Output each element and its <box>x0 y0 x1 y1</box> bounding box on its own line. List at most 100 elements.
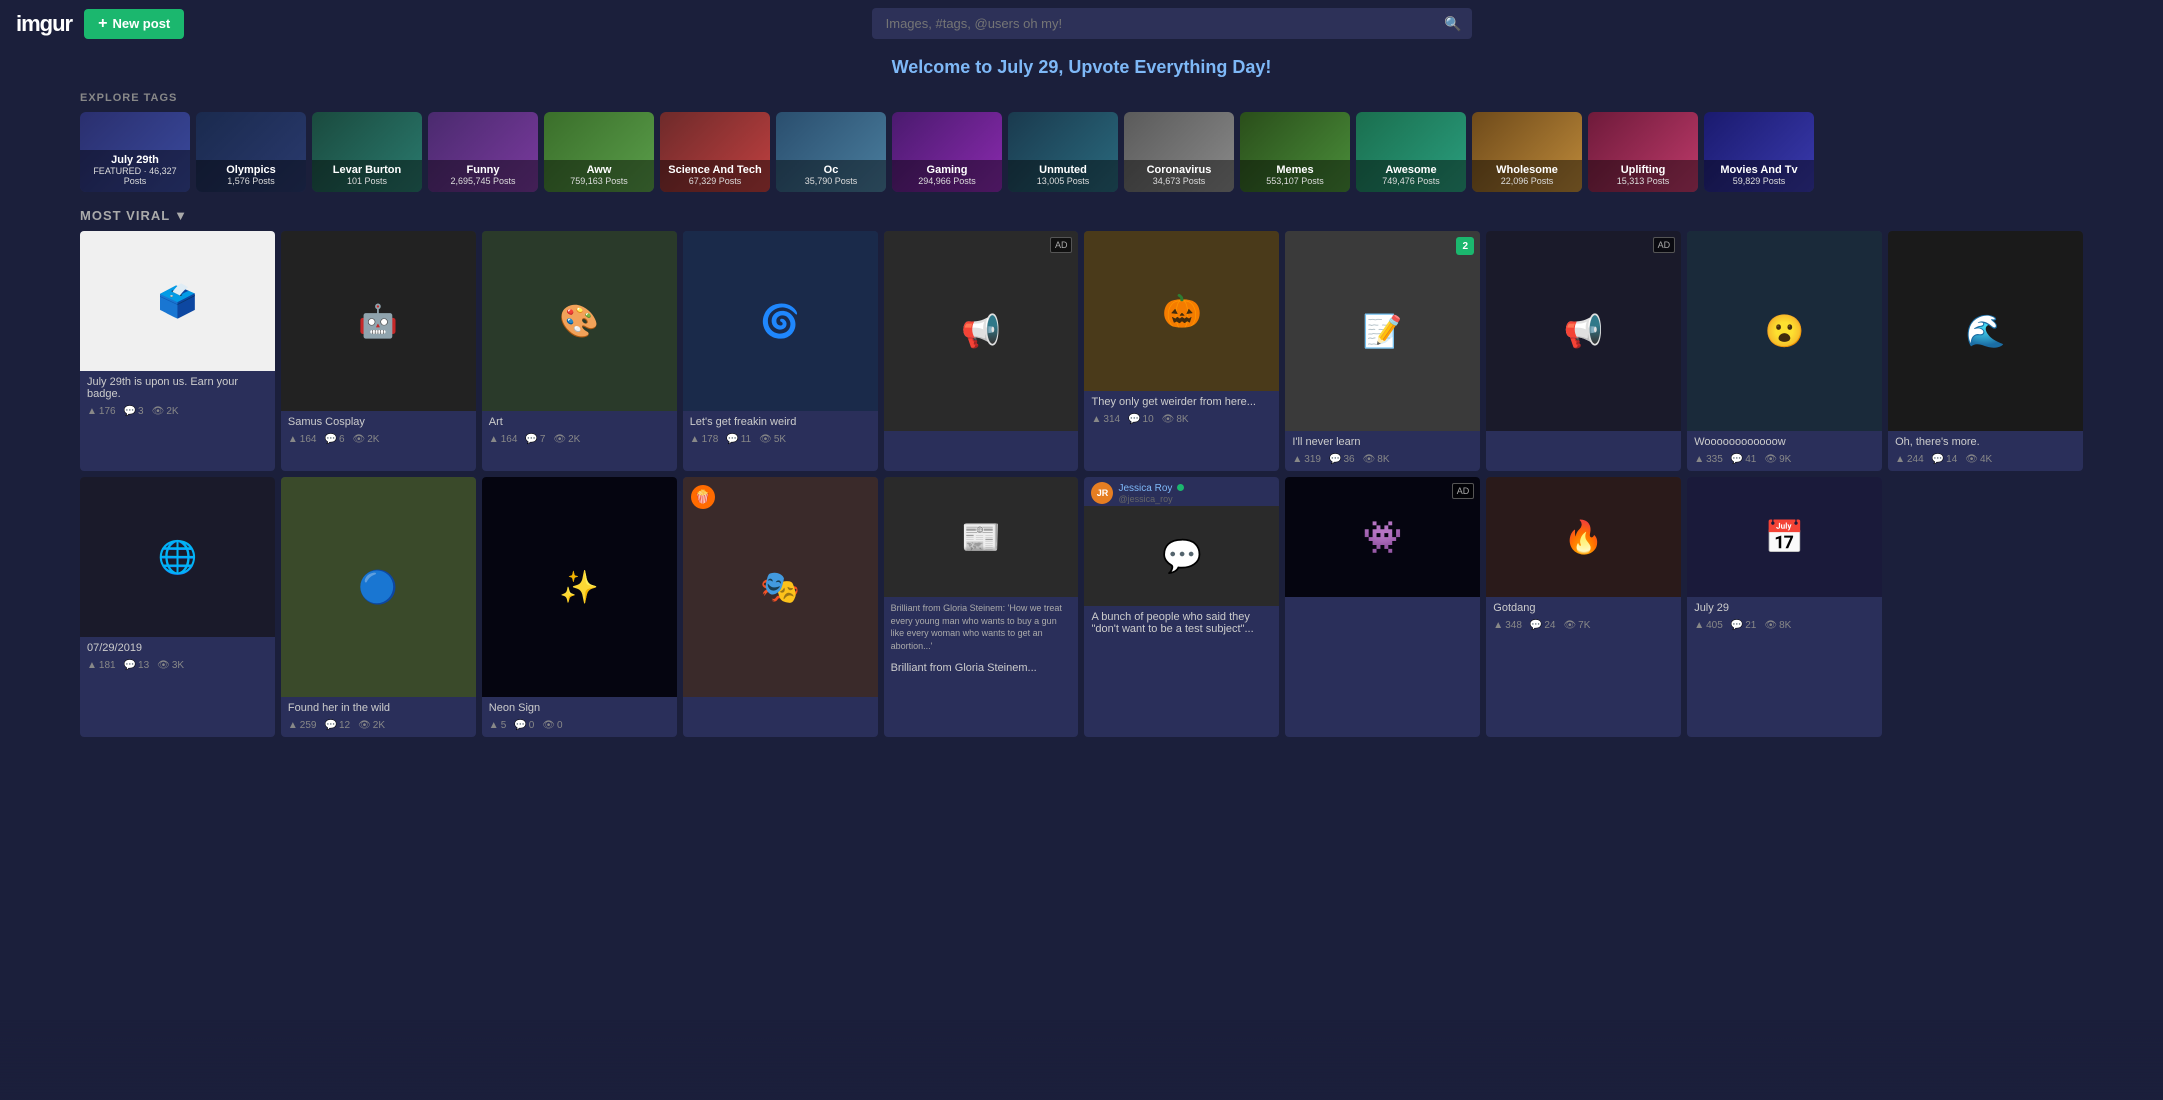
ad-badge: AD <box>1653 237 1676 253</box>
post-stats-notice: ▲319 💬36 👁8K <box>1285 451 1480 471</box>
comment-icon: 💬 <box>324 720 336 731</box>
posts-grid: 🗳️July 29th is upon us. Earn your badge.… <box>0 231 2163 737</box>
logo[interactable]: imgur <box>16 11 72 37</box>
post-thumb-jessica: 💬 <box>1084 506 1279 606</box>
comment-icon: 💬 <box>1530 620 1542 631</box>
tag-count-awesome: 749,476 Posts <box>1358 176 1464 186</box>
tag-movies[interactable]: Movies And Tv 59,829 Posts <box>1704 112 1814 192</box>
view-stat: 👁9K <box>1764 454 1791 465</box>
view-icon: 👁 <box>1162 414 1175 425</box>
comment-icon: 💬 <box>324 434 336 445</box>
tag-scitech[interactable]: Science And Tech 67,329 Posts <box>660 112 770 192</box>
comment-icon: 💬 <box>1128 414 1140 425</box>
post-card-notice[interactable]: 📝2I'll never learn ▲319 💬36 👁8K <box>1285 231 1480 471</box>
comment-icon: 💬 <box>525 434 537 445</box>
view-icon: 👁 <box>1965 454 1978 465</box>
post-stats-pumpkin: ▲314 💬10 👁8K <box>1084 411 1279 431</box>
post-stats-weird: ▲178 💬11 👁5K <box>683 431 878 451</box>
bottom-gradient <box>0 1020 2163 1100</box>
tag-funny[interactable]: Funny 2,695,745 Posts <box>428 112 538 192</box>
chevron-down-icon: ▼ <box>174 208 188 223</box>
most-viral-label: MOST VIRAL <box>80 208 170 223</box>
tag-name-coronavirus: Coronavirus <box>1126 164 1232 176</box>
post-card-upvoted[interactable]: 🗳️July 29th is upon us. Earn your badge.… <box>80 231 275 471</box>
tag-name-july29: July 29th <box>82 154 188 166</box>
tag-oc[interactable]: Oc 35,790 Posts <box>776 112 886 192</box>
header: imgur New post 🔍 <box>0 0 2163 47</box>
tag-aww[interactable]: Aww 759,163 Posts <box>544 112 654 192</box>
tag-coronavirus[interactable]: Coronavirus 34,673 Posts <box>1124 112 1234 192</box>
welcome-banner: Welcome to July 29, Upvote Everything Da… <box>0 47 2163 84</box>
post-card-woooo[interactable]: 😮Woooooooooooow ▲335 💬41 👁9K <box>1687 231 1882 471</box>
post-thumb-wild: 🔵 <box>281 477 476 697</box>
avatar-name: Jessica Roy <box>1118 483 1184 494</box>
new-post-button[interactable]: New post <box>84 9 184 39</box>
view-stat: 👁8K <box>1363 454 1390 465</box>
search-input[interactable] <box>872 8 1472 39</box>
post-title-notice: I'll never learn <box>1285 431 1480 451</box>
logo-text: imgur <box>16 11 72 36</box>
new-post-label: New post <box>112 16 170 31</box>
upvote-stat: ▲335 <box>1694 454 1723 465</box>
tag-name-levar: Levar Burton <box>314 164 420 176</box>
tag-count-memes: 553,107 Posts <box>1242 176 1348 186</box>
tag-unmuted[interactable]: Unmuted 13,005 Posts <box>1008 112 1118 192</box>
post-card-gloria[interactable]: 📰Brilliant from Gloria Steinem: 'How we … <box>884 477 1079 737</box>
post-card-art[interactable]: 🎨Art ▲164 💬7 👁2K <box>482 231 677 471</box>
post-card-ie_meme[interactable]: 🌐07/29/2019 ▲181 💬13 👁3K <box>80 477 275 737</box>
comment-stat: 💬36 <box>1329 454 1355 465</box>
post-card-ad1[interactable]: 📢AD <box>884 231 1079 471</box>
post-card-july29_2[interactable]: 📅July 29 ▲405 💬21 👁8K <box>1687 477 1882 737</box>
upvote-icon: ▲ <box>1091 414 1101 425</box>
post-card-pumpkin[interactable]: 🎃They only get weirder from here... ▲314… <box>1084 231 1279 471</box>
post-card-oc_more[interactable]: 🌊Oh, there's more. ▲244 💬14 👁4K <box>1888 231 2083 471</box>
view-icon: 👁 <box>759 434 772 445</box>
post-card-neon[interactable]: ✨Neon Sign ▲5 💬0 👁0 <box>482 477 677 737</box>
view-stat: 👁3K <box>157 660 184 671</box>
post-title-art: Art <box>482 411 677 431</box>
tag-count-funny: 2,695,745 Posts <box>430 176 536 186</box>
post-stats-july29_2: ▲405 💬21 👁8K <box>1687 617 1882 637</box>
view-icon: 👁 <box>353 434 366 445</box>
post-card-gotcha[interactable]: 🎭🍿 <box>683 477 878 737</box>
view-icon: 👁 <box>1363 454 1376 465</box>
tag-gaming[interactable]: Gaming 294,966 Posts <box>892 112 1002 192</box>
avatar: JR <box>1091 482 1113 504</box>
most-viral-header[interactable]: MOST VIRAL ▼ <box>0 198 2163 231</box>
tag-levar[interactable]: Levar Burton 101 Posts <box>312 112 422 192</box>
post-card-wild[interactable]: 🔵Found her in the wild ▲259 💬12 👁2K <box>281 477 476 737</box>
view-stat: 👁4K <box>1965 454 1992 465</box>
post-card-weird[interactable]: 🌀Let's get freakin weird ▲178 💬11 👁5K <box>683 231 878 471</box>
view-icon: 👁 <box>157 660 170 671</box>
comment-icon: 💬 <box>124 660 136 671</box>
tag-july29[interactable]: July 29th FEATURED · 46,327 Posts <box>80 112 190 192</box>
num-badge: 2 <box>1456 237 1474 255</box>
tag-count-unmuted: 13,005 Posts <box>1010 176 1116 186</box>
tag-name-wholesome: Wholesome <box>1474 164 1580 176</box>
post-card-samus[interactable]: 🤖Samus Cosplay ▲164 💬6 👁2K <box>281 231 476 471</box>
post-stats-samus: ▲164 💬6 👁2K <box>281 431 476 451</box>
view-icon: 👁 <box>152 406 165 417</box>
tag-awesome[interactable]: Awesome 749,476 Posts <box>1356 112 1466 192</box>
post-card-ad2[interactable]: 📢AD <box>1486 231 1681 471</box>
avatar-row: JR Jessica Roy @jessica_roy <box>1084 477 1279 506</box>
post-card-jessica[interactable]: JR Jessica Roy @jessica_roy 💬A bunch of … <box>1084 477 1279 737</box>
post-card-alienware[interactable]: 👾AD <box>1285 477 1480 737</box>
tag-olympics[interactable]: Olympics 1,576 Posts <box>196 112 306 192</box>
tag-uplifting[interactable]: Uplifting 15,313 Posts <box>1588 112 1698 192</box>
tag-wholesome[interactable]: Wholesome 22,096 Posts <box>1472 112 1582 192</box>
tag-name-scitech: Science And Tech <box>662 164 768 176</box>
tag-count-aww: 759,163 Posts <box>546 176 652 186</box>
comment-icon: 💬 <box>514 720 526 731</box>
post-title-neon: Neon Sign <box>482 697 677 717</box>
tag-memes[interactable]: Memes 553,107 Posts <box>1240 112 1350 192</box>
avatar-handle: @jessica_roy <box>1118 494 1184 504</box>
tag-name-memes: Memes <box>1242 164 1348 176</box>
post-card-gotdang[interactable]: 🔥Gotdang ▲348 💬24 👁7K <box>1486 477 1681 737</box>
comment-icon: 💬 <box>1329 454 1341 465</box>
comment-icon: 💬 <box>726 434 738 445</box>
tag-name-funny: Funny <box>430 164 536 176</box>
view-stat: 👁8K <box>1162 414 1189 425</box>
verified-dot <box>1177 484 1184 491</box>
post-stats-woooo: ▲335 💬41 👁9K <box>1687 451 1882 471</box>
